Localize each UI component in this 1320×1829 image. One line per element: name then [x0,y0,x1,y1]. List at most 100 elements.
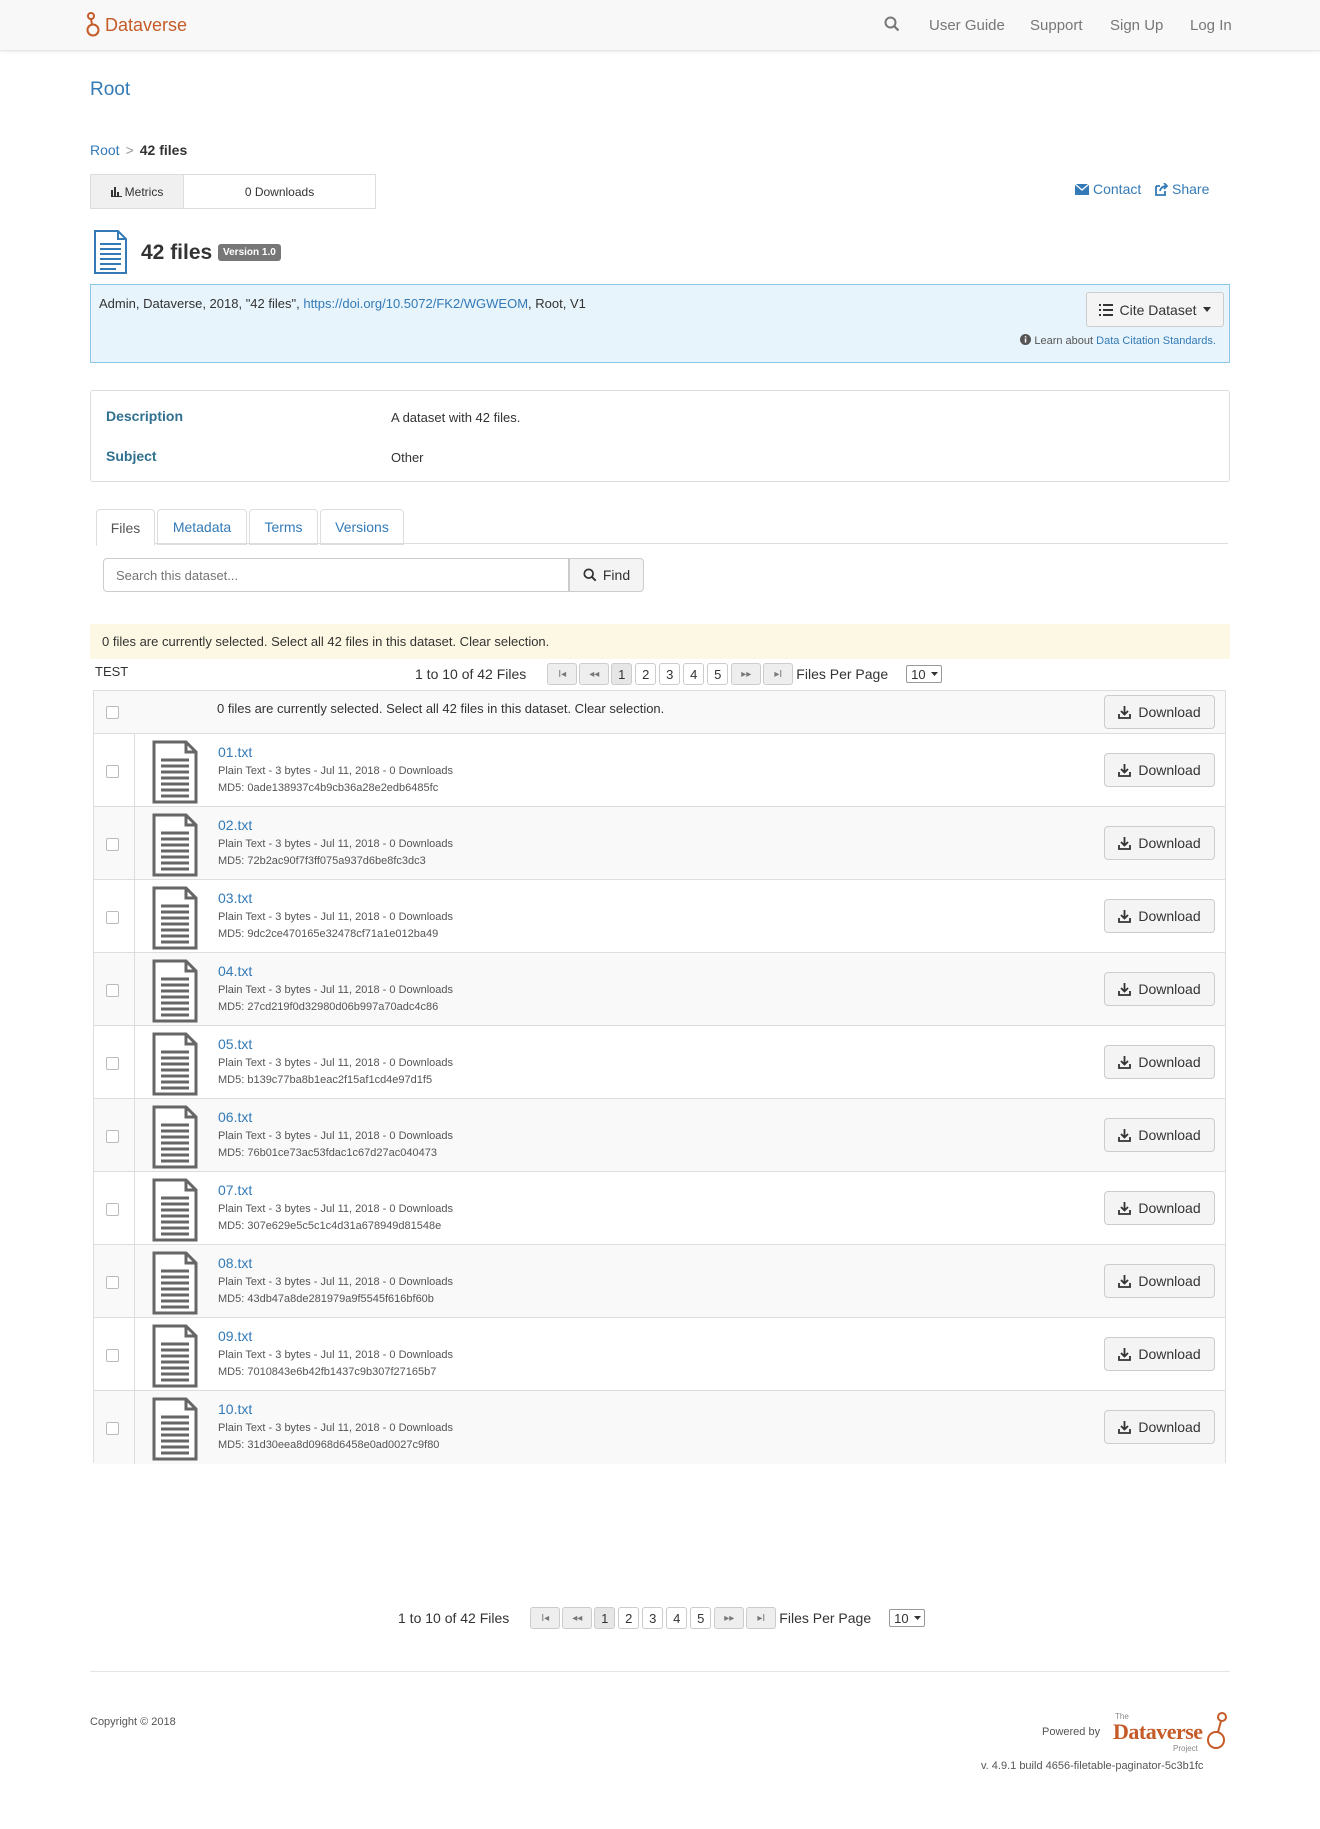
contact-button[interactable]: Contact [1075,181,1141,197]
pager-first-button[interactable]: I◂ [547,663,578,685]
file-checkbox[interactable] [106,1422,119,1435]
download-button[interactable]: Download [1104,1118,1215,1152]
download-all-button[interactable]: Download [1104,695,1215,729]
file-checkbox[interactable] [106,1203,119,1216]
citation-text: Admin, Dataverse, 2018, "42 files", http… [99,296,586,311]
pager-range: 1 to 10 of 42 Files [415,666,527,682]
download-label: Download [1138,1200,1201,1216]
file-name-link[interactable]: 09.txt [218,1328,252,1344]
download-label: Download [1138,981,1201,997]
learn-prefix: Learn about [1034,335,1097,347]
file-checkbox[interactable] [106,838,119,851]
file-name-link[interactable]: 01.txt [218,744,252,760]
file-name-link[interactable]: 05.txt [218,1036,252,1052]
download-icon [1118,763,1132,777]
find-button[interactable]: Find [569,558,644,592]
pager-next-button[interactable]: ▸▸ [714,1607,745,1629]
file-checkbox[interactable] [106,984,119,997]
pager-per-page-select[interactable]: 10 [906,665,943,683]
pager-page-3[interactable]: 3 [642,1607,664,1629]
download-button[interactable]: Download [1104,899,1215,933]
column-divider [134,953,135,1025]
nav-user-guide[interactable]: User Guide [929,17,1005,34]
file-name-link[interactable]: 07.txt [218,1182,252,1198]
file-meta: Plain Text - 3 bytes - Jul 11, 2018 - 0 … [218,838,453,850]
pager-page-4[interactable]: 4 [683,663,705,685]
tab-terms[interactable]: Terms [249,509,318,545]
logo-project: Project [1173,1744,1198,1753]
file-checkbox[interactable] [106,765,119,778]
download-button[interactable]: Download [1104,1191,1215,1225]
navbar: Dataverse User Guide Support Sign Up Log… [0,0,1320,51]
nav-log-in[interactable]: Log In [1190,17,1232,34]
file-meta: Plain Text - 3 bytes - Jul 11, 2018 - 0 … [218,1349,453,1361]
search-input[interactable] [103,558,569,592]
download-button[interactable]: Download [1104,1045,1215,1079]
tab-files[interactable]: Files [96,509,155,546]
file-md5: MD5: 9dc2ce470165e32478cf71a1e012ba49 [218,928,439,940]
download-label: Download [1138,704,1201,720]
file-name-link[interactable]: 08.txt [218,1255,252,1271]
select-all-checkbox[interactable] [106,706,119,719]
download-label: Download [1138,1419,1201,1435]
citation-standards-link[interactable]: Data Citation Standards. [1096,335,1216,347]
table-row: 03.txt Plain Text - 3 bytes - Jul 11, 201… [94,880,1225,953]
table-row: 06.txt Plain Text - 3 bytes - Jul 11, 201… [94,1099,1225,1172]
table-row: 05.txt Plain Text - 3 bytes - Jul 11, 201… [94,1026,1225,1099]
pager-prev-button[interactable]: ◂◂ [562,1607,593,1629]
file-name-link[interactable]: 03.txt [218,890,252,906]
file-checkbox[interactable] [106,1057,119,1070]
pager-page-1[interactable]: 1 [611,663,633,685]
tab-versions[interactable]: Versions [320,509,404,545]
file-name-link[interactable]: 10.txt [218,1401,252,1417]
download-button[interactable]: Download [1104,972,1215,1006]
column-divider [134,1318,135,1390]
search-icon[interactable] [884,16,900,35]
pager-prev-button[interactable]: ◂◂ [579,663,610,685]
column-divider [134,807,135,879]
download-button[interactable]: Download [1104,1337,1215,1371]
pager-page-3[interactable]: 3 [659,663,681,685]
file-checkbox[interactable] [106,1130,119,1143]
file-name-link[interactable]: 04.txt [218,963,252,979]
page-title[interactable]: Root [90,79,130,101]
file-checkbox[interactable] [106,911,119,924]
pager-last-button[interactable]: ▸I [746,1607,777,1629]
cite-dataset-button[interactable]: Cite Dataset [1086,292,1224,327]
pager-first-button[interactable]: I◂ [530,1607,561,1629]
file-checkbox[interactable] [106,1349,119,1362]
brand-link[interactable]: Dataverse [86,12,187,38]
breadcrumb-root[interactable]: Root [90,142,120,158]
tab-metadata[interactable]: Metadata [157,509,247,545]
nav-sign-up[interactable]: Sign Up [1110,17,1163,34]
share-button[interactable]: Share [1155,181,1209,197]
download-button[interactable]: Download [1104,826,1215,860]
pager-page-2[interactable]: 2 [618,1607,640,1629]
download-label: Download [1138,1054,1201,1070]
table-row: 02.txt Plain Text - 3 bytes - Jul 11, 201… [94,807,1225,880]
file-name-link[interactable]: 06.txt [218,1109,252,1125]
citation-doi-link[interactable]: https://doi.org/10.5072/FK2/WGWEOM [303,296,528,311]
table-row: 09.txt Plain Text - 3 bytes - Jul 11, 201… [94,1318,1225,1391]
pager-page-5[interactable]: 5 [707,663,729,685]
file-table: 0 files are currently selected. Select a… [93,690,1226,1464]
pager-page-5[interactable]: 5 [690,1607,712,1629]
download-button[interactable]: Download [1104,1264,1215,1298]
file-meta: Plain Text - 3 bytes - Jul 11, 2018 - 0 … [218,911,453,923]
download-icon [1118,1201,1132,1215]
file-name-link[interactable]: 02.txt [218,817,252,833]
nav-support[interactable]: Support [1030,17,1083,34]
file-checkbox[interactable] [106,1276,119,1289]
file-meta: Plain Text - 3 bytes - Jul 11, 2018 - 0 … [218,1422,453,1434]
download-button[interactable]: Download [1104,753,1215,787]
download-icon [1118,1347,1132,1361]
pager-page-4[interactable]: 4 [666,1607,688,1629]
pager-page-2[interactable]: 2 [635,663,657,685]
test-label: TEST [95,664,129,679]
pager-last-button[interactable]: ▸I [763,663,794,685]
download-button[interactable]: Download [1104,1410,1215,1444]
pager-page-1[interactable]: 1 [594,1607,616,1629]
file-text-icon [152,740,198,807]
pager-next-button[interactable]: ▸▸ [731,663,762,685]
pager-per-page-select[interactable]: 10 [889,1609,926,1627]
